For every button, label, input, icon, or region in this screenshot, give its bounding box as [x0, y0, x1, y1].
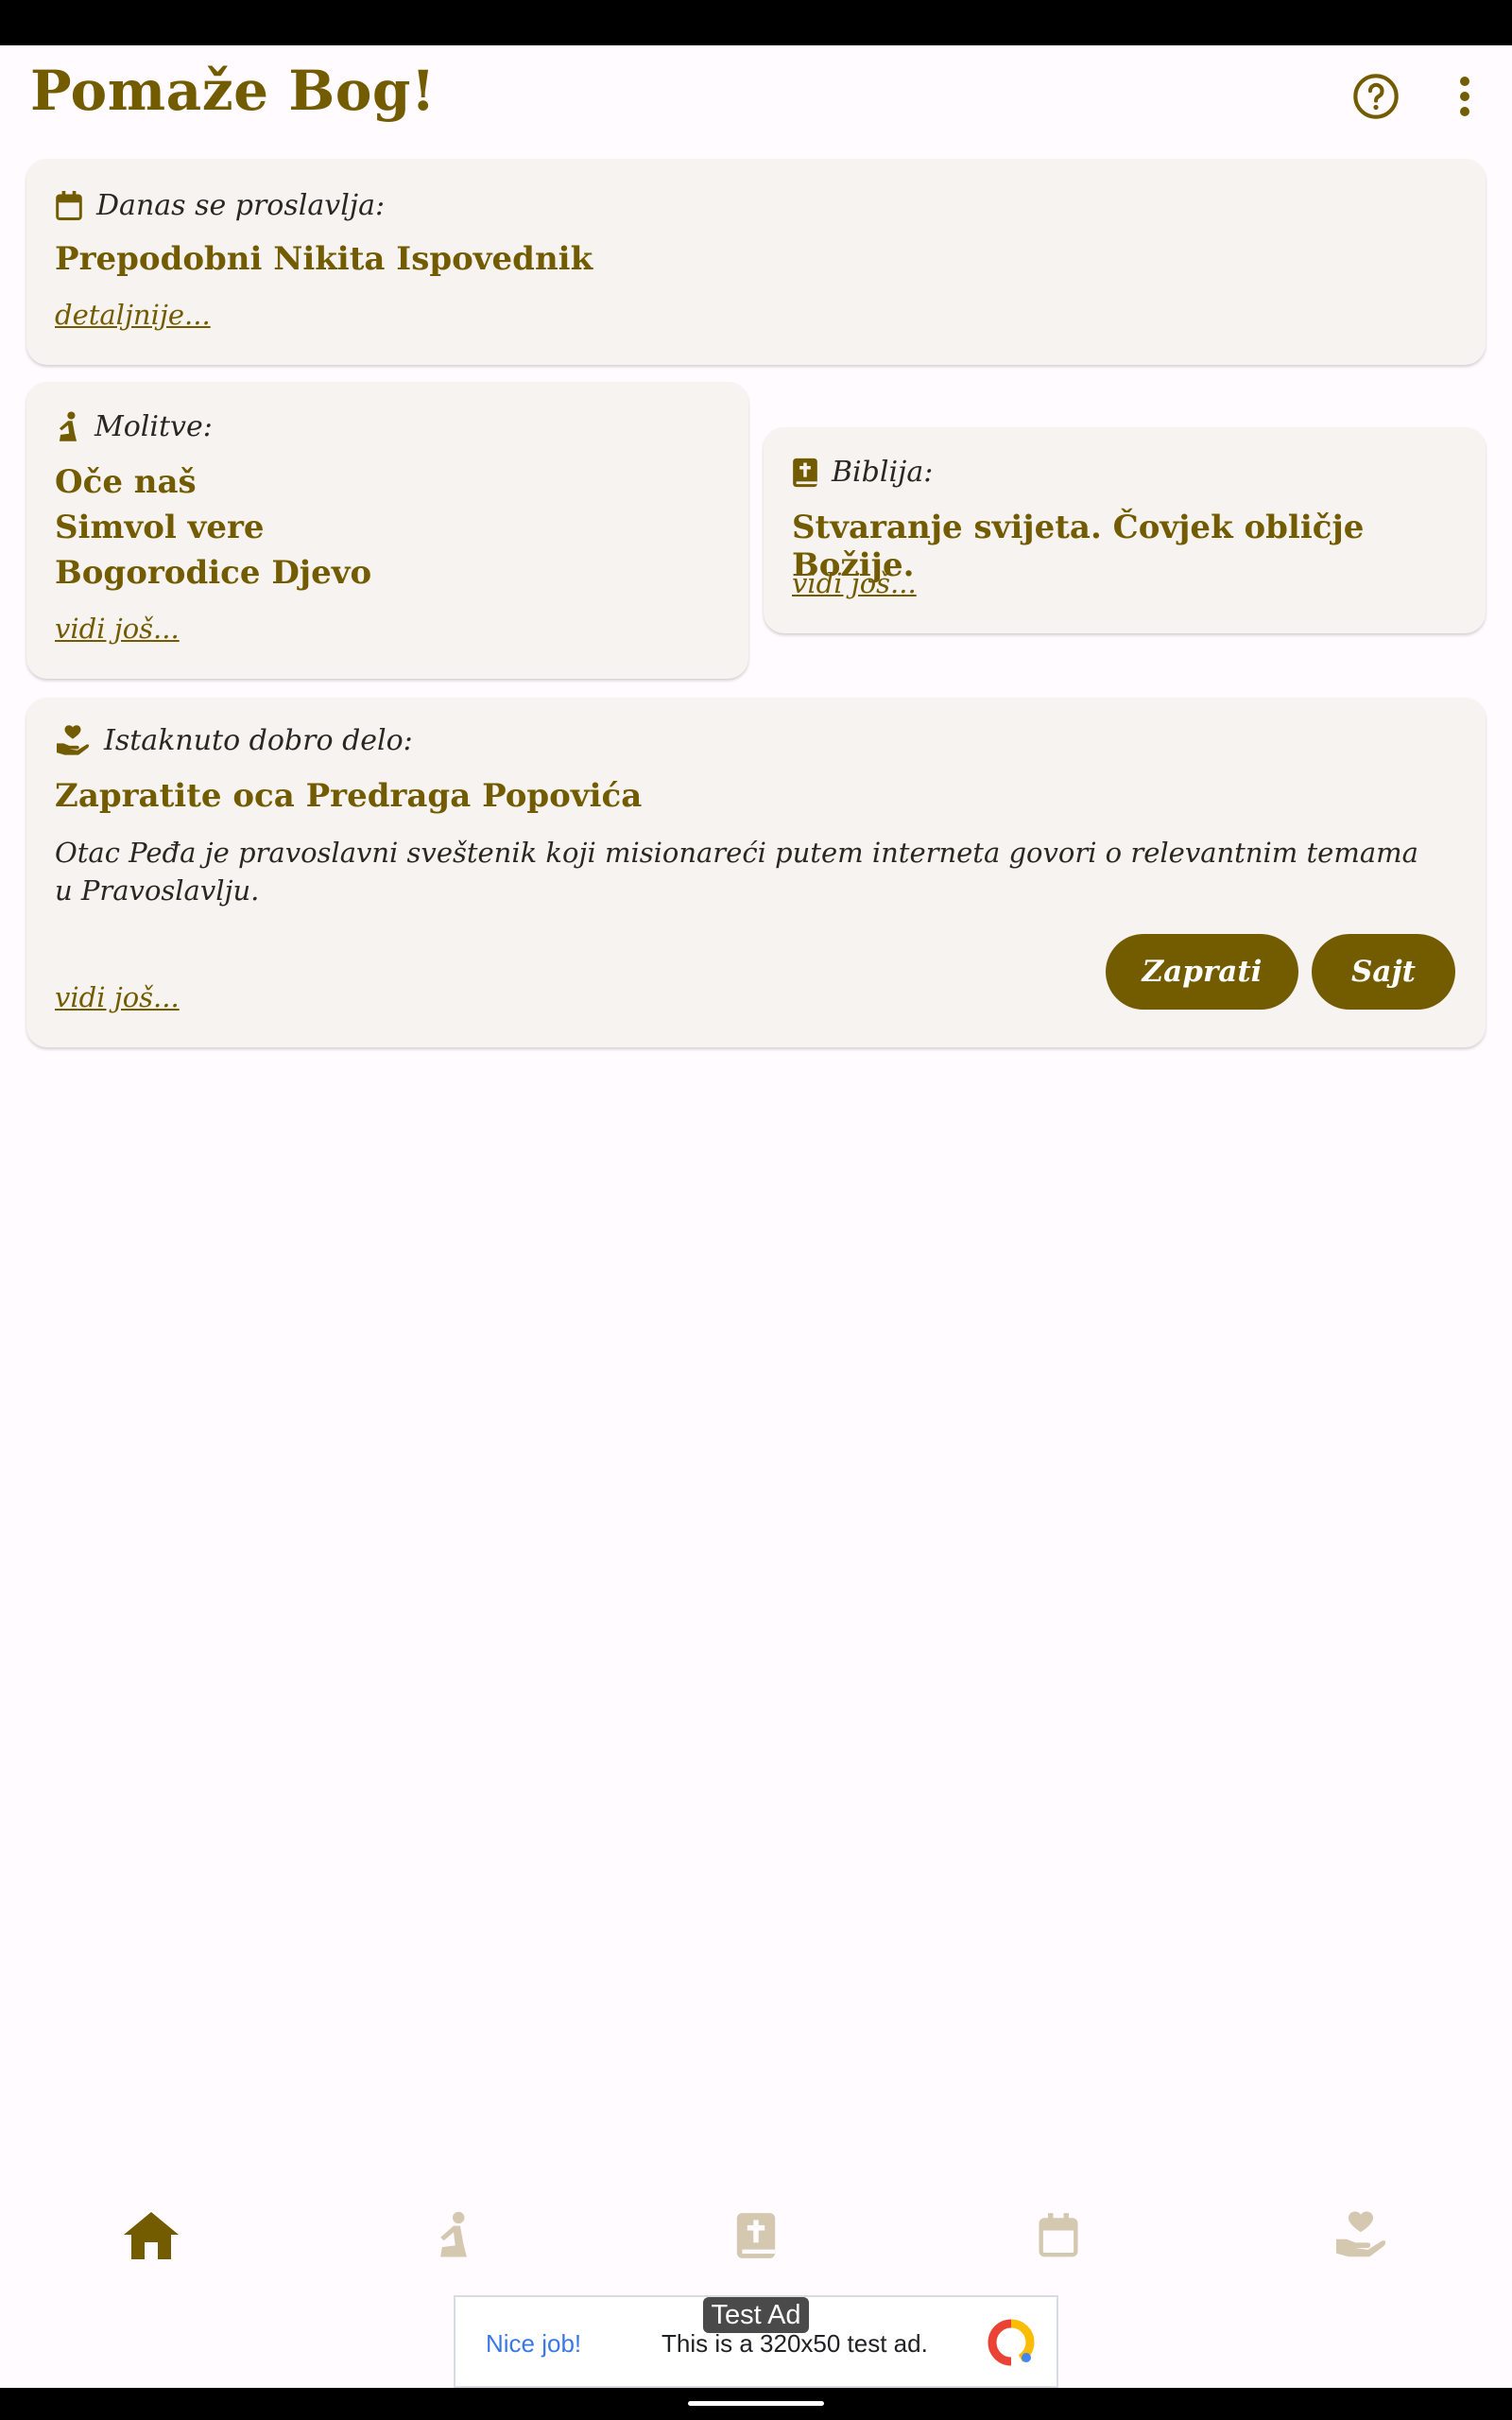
prayers-more-link[interactable]: vidi još... [55, 613, 180, 645]
bible-more-link[interactable]: vidi još... [792, 567, 917, 599]
nav-prayers[interactable] [406, 2193, 501, 2278]
bible-icon [736, 2213, 776, 2258]
help-circle-icon [1353, 74, 1399, 119]
more-vert-icon [1460, 77, 1469, 116]
home-indicator[interactable] [688, 2401, 824, 2406]
calendar-icon [56, 190, 82, 220]
bible-icon [793, 458, 817, 487]
calendar-icon [1039, 2213, 1078, 2257]
prayer-item[interactable]: Bogorodice Djevo [55, 554, 371, 599]
nav-home[interactable] [104, 2193, 198, 2278]
prayers-label: Molitve: [94, 410, 213, 443]
nav-good-deeds[interactable] [1314, 2193, 1408, 2278]
prayers-list: Oče naš Simvol vere Bogorodice Djevo [55, 463, 371, 599]
feast-title: Prepodobni Nikita Ispovednik [55, 240, 593, 278]
status-bar [0, 0, 1512, 45]
feast-card[interactable]: Danas se proslavlja: Prepodobni Nikita I… [26, 159, 1486, 365]
nav-bible[interactable] [709, 2193, 803, 2278]
praying-icon [59, 410, 77, 441]
follow-button[interactable]: Zaprati [1106, 934, 1298, 1010]
prayer-item[interactable]: Simvol vere [55, 509, 371, 554]
good-deed-card[interactable]: Istaknuto dobro delo: Zapratite oca Pred… [26, 698, 1486, 1047]
more-options-button[interactable] [1446, 68, 1484, 125]
help-button[interactable] [1348, 68, 1404, 125]
feast-label: Danas se proslavlja: [96, 189, 386, 222]
ad-nice-text: Nice job! [486, 2329, 582, 2358]
app-title: Pomaže Bog! [30, 59, 436, 123]
bible-label: Biblija: [832, 456, 934, 489]
nav-calendar[interactable] [1011, 2193, 1106, 2278]
ad-logo-icon [988, 2319, 1035, 2366]
test-ad-tag: Test Ad [703, 2297, 809, 2333]
charity-hand-heart-icon [57, 724, 90, 755]
good-deed-title: Zapratite oca Predraga Popovića [55, 777, 643, 815]
prayer-item[interactable]: Oče naš [55, 463, 371, 509]
feast-details-link[interactable]: detaljnije... [55, 299, 211, 331]
praying-icon [440, 2211, 467, 2257]
home-icon [124, 2212, 179, 2259]
ad-body-text: This is a 320x50 test ad. [662, 2329, 928, 2358]
website-button[interactable]: Sajt [1312, 934, 1455, 1010]
bottom-navigation [0, 2193, 1512, 2278]
good-deed-more-link[interactable]: vidi još... [55, 981, 180, 1013]
good-deed-label: Istaknuto dobro delo: [104, 724, 413, 757]
bible-card[interactable]: Biblija: Stvaranje svijeta. Čovjek oblič… [764, 427, 1486, 633]
good-deed-description: Otac Peđa je pravoslavni sveštenik koji … [55, 837, 1418, 907]
charity-hand-heart-icon [1336, 2211, 1386, 2257]
prayers-card[interactable]: Molitve: Oče naš Simvol vere Bogorodice … [26, 382, 748, 679]
